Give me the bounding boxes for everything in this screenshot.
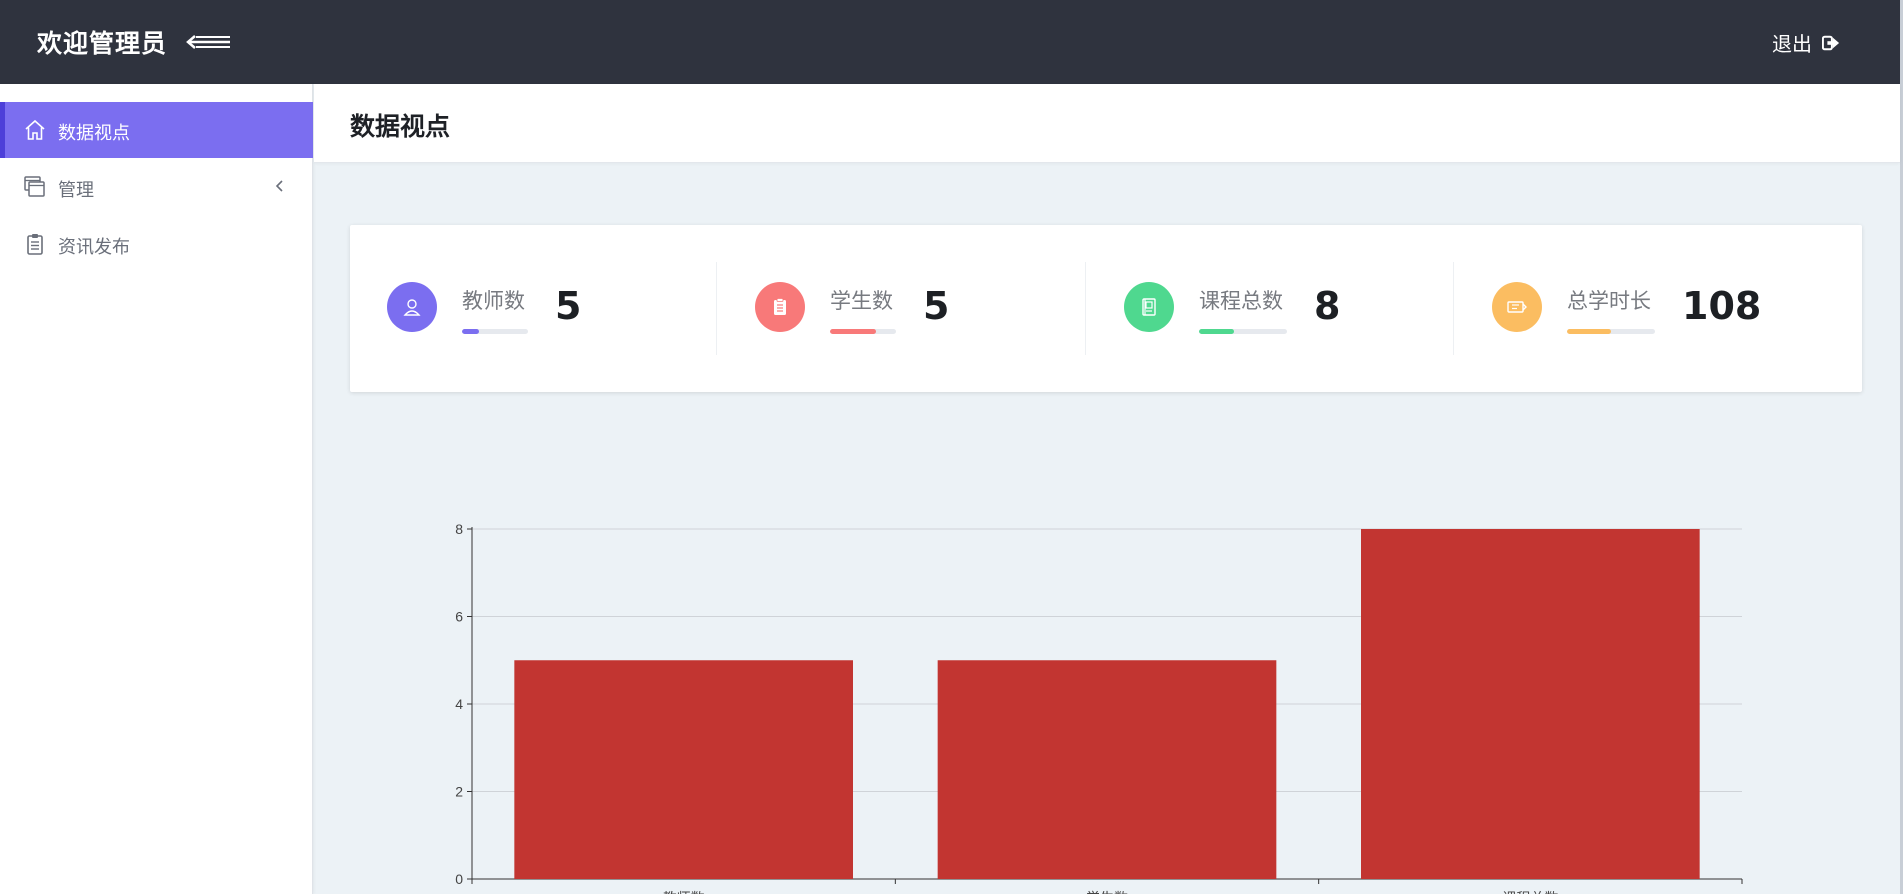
stat-icon-circle [755, 282, 805, 332]
sidebar-item-label: 资讯发布 [58, 237, 130, 258]
sidebar-item-dashboard[interactable]: 数据视点 [0, 102, 313, 158]
page-title: 数据视点 [350, 112, 451, 141]
y-tick-label: 0 [455, 871, 463, 887]
stat-value: 5 [555, 284, 582, 328]
stat-progress-fill [462, 329, 479, 334]
logout-label: 退出 [1772, 32, 1812, 56]
sidebar-item-label: 数据视点 [58, 123, 130, 144]
sidebar-item-label: 管理 [58, 180, 94, 201]
menu-toggle-icon[interactable] [184, 28, 234, 56]
stat-value: 5 [923, 284, 950, 328]
user-icon [403, 299, 421, 316]
bar-chart-svg: 02468教师数学生数课程总数 [455, 521, 1743, 894]
bar-chart: 02468教师数学生数课程总数 [430, 510, 1750, 894]
stat-progress-fill [1199, 329, 1235, 334]
chevron-left-icon [275, 180, 283, 192]
clipboard-icon [774, 298, 786, 315]
stat-icon-circle [387, 282, 437, 332]
book-icon [1142, 298, 1156, 316]
sidebar: 数据视点 管理 资讯发布 [0, 84, 313, 894]
y-tick-label: 4 [455, 696, 463, 712]
y-tick-label: 2 [455, 784, 463, 800]
bar [514, 660, 853, 879]
stat-label: 学生数 [830, 289, 893, 313]
stat-label: 教师数 [462, 289, 525, 313]
stat-total-hours: 总学时长 108 [1453, 262, 1825, 357]
stat-progress-bar [1199, 329, 1287, 334]
windows-icon [24, 176, 45, 197]
stat-icon-circle [1124, 282, 1174, 332]
y-tick-label: 8 [455, 521, 463, 537]
ticket-icon [1507, 301, 1527, 313]
sidebar-item-manage[interactable]: 管理 [0, 159, 313, 215]
stats-card: 教师数 5 学生数 5 课程总数 8 总学时长 108 [350, 225, 1862, 392]
stat-progress-bar [830, 329, 896, 334]
home-icon [25, 119, 45, 140]
stat-label: 总学时长 [1567, 289, 1651, 313]
stat-icon-circle [1492, 282, 1542, 332]
logout-button[interactable]: 退出 [1772, 28, 1840, 57]
sidebar-item-news-publish[interactable]: 资讯发布 [0, 216, 313, 272]
stat-progress-bar [1567, 329, 1655, 334]
bar [937, 660, 1277, 879]
bar [1361, 529, 1700, 879]
stat-teacher-count: 教师数 5 [350, 262, 720, 357]
stat-progress-bar [462, 329, 528, 334]
y-tick-label: 6 [455, 609, 463, 625]
stat-student-count: 学生数 5 [716, 262, 1088, 357]
stat-value: 8 [1314, 284, 1341, 328]
top-header: 欢迎管理员 退出 [0, 0, 1900, 84]
clipboard-icon [27, 234, 43, 255]
sign-out-icon [1822, 35, 1840, 50]
stat-progress-fill [1567, 329, 1611, 334]
brand-title: 欢迎管理员 [37, 29, 168, 58]
stat-label: 课程总数 [1199, 289, 1283, 313]
stat-course-count: 课程总数 8 [1085, 262, 1457, 357]
stat-value: 108 [1682, 284, 1762, 328]
page-title-bar: 数据视点 [314, 84, 1900, 163]
stat-progress-fill [830, 329, 877, 334]
